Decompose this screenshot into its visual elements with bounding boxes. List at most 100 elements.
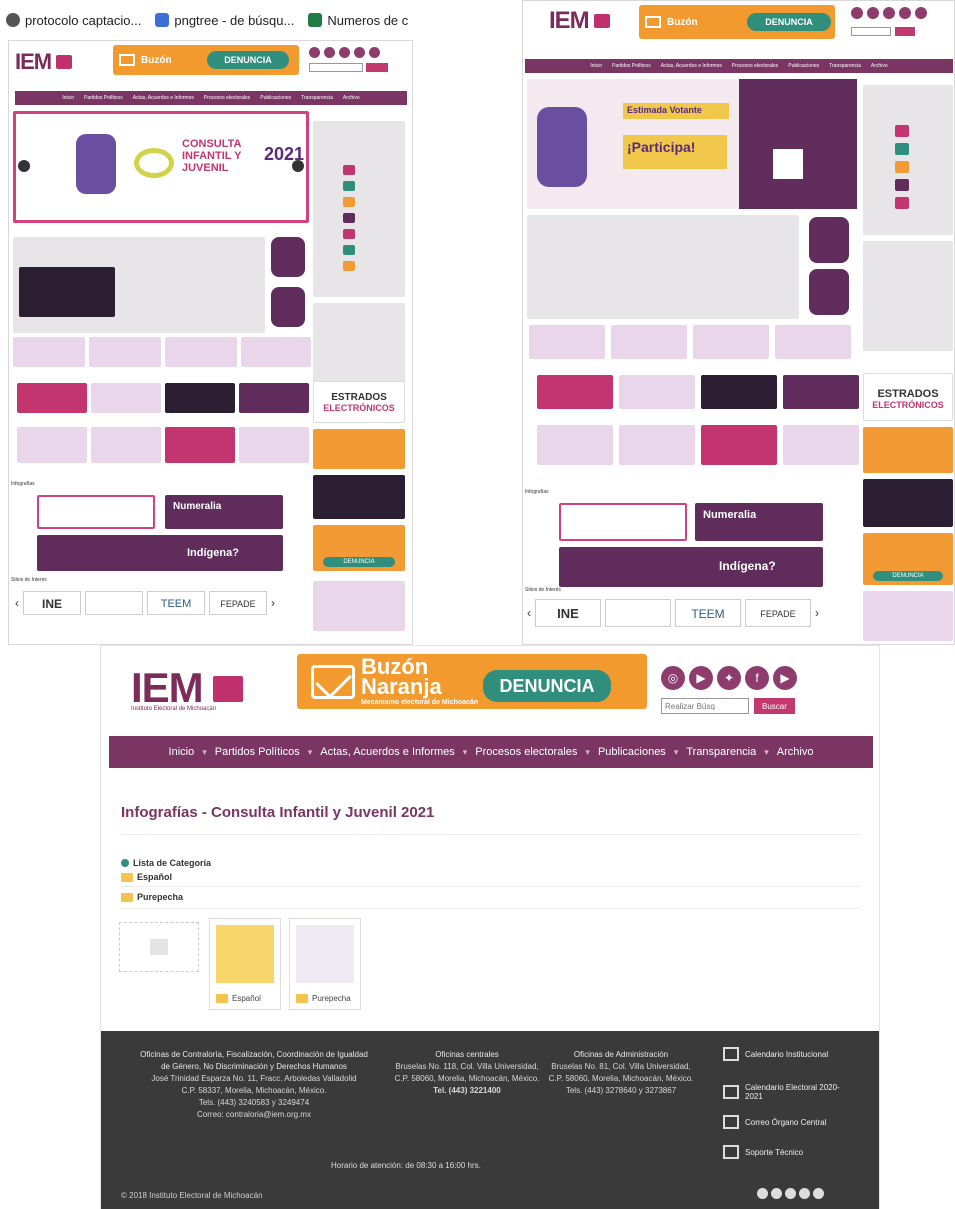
instagram-icon[interactable]: [851, 7, 863, 19]
fepade-logo[interactable]: FEPADE: [209, 591, 267, 615]
promo-tile[interactable]: [537, 375, 613, 409]
nav-item[interactable]: Actas, Acuerdos e Informes: [661, 63, 722, 69]
nav-item[interactable]: Transparencia: [301, 95, 333, 101]
twitter-icon[interactable]: [339, 47, 350, 58]
news-block[interactable]: [13, 237, 265, 333]
facebook-icon[interactable]: [354, 47, 365, 58]
nav-item-partidos[interactable]: Partidos Políticos: [215, 746, 300, 758]
youtube-icon[interactable]: [771, 1188, 782, 1199]
instagram-icon[interactable]: [757, 1188, 768, 1199]
facebook-icon[interactable]: [799, 1188, 810, 1199]
mini-search[interactable]: [309, 63, 363, 72]
promo-tile[interactable]: [239, 427, 309, 463]
promo-tile[interactable]: [165, 427, 235, 463]
iem-logo[interactable]: IEM: [549, 7, 611, 35]
promo-tile[interactable]: [91, 427, 161, 463]
infografia-banner[interactable]: [37, 495, 155, 529]
iem-logo[interactable]: IEM: [15, 49, 73, 75]
search-input[interactable]: [661, 698, 749, 714]
promo-tile[interactable]: [619, 425, 695, 465]
twitter-icon[interactable]: ✦: [717, 666, 741, 690]
ine-logo[interactable]: INE: [23, 591, 81, 615]
nav-item[interactable]: Transparencia: [829, 63, 861, 69]
footer-link[interactable]: Calendario Electoral 2020-2021: [723, 1083, 845, 1101]
infografia-banner[interactable]: [559, 503, 687, 541]
promo-tile[interactable]: [701, 425, 777, 465]
side-promo[interactable]: [313, 429, 405, 469]
consejo-general-button[interactable]: [271, 237, 305, 277]
indigena-banner[interactable]: Indígena?: [559, 547, 823, 587]
indigena-banner[interactable]: Indígena?: [37, 535, 283, 571]
nav-item[interactable]: Publicaciones: [260, 95, 291, 101]
category-espanol[interactable]: Español: [121, 872, 172, 882]
numeralia-banner[interactable]: Numeralia: [695, 503, 823, 541]
mini-search-button[interactable]: [895, 27, 915, 36]
quick-link[interactable]: [693, 325, 769, 359]
nav-item[interactable]: Inicio: [62, 95, 74, 101]
buzon-naranja-side[interactable]: DENUNCIA: [313, 525, 405, 571]
twitter-icon[interactable]: [883, 7, 895, 19]
quick-link[interactable]: [241, 337, 311, 367]
youtube-icon[interactable]: ▶: [689, 666, 713, 690]
quick-link[interactable]: [89, 337, 161, 367]
promo-tile[interactable]: [239, 383, 309, 413]
twitter-icon[interactable]: [785, 1188, 796, 1199]
side-video[interactable]: [313, 475, 405, 519]
promo-tile[interactable]: [701, 375, 777, 409]
pleno-legal-button[interactable]: [271, 287, 305, 327]
promo-tile[interactable]: [537, 425, 613, 465]
promo-tile[interactable]: [17, 383, 87, 413]
teem-logo[interactable]: TEEM: [675, 599, 741, 627]
nav-item[interactable]: Procesos electorales: [732, 63, 778, 69]
buzon-naranja-side[interactable]: DENUNCIA: [863, 533, 953, 585]
thumbnail-placeholder[interactable]: [119, 922, 199, 972]
side-promo[interactable]: [313, 581, 405, 631]
nav-item[interactable]: Procesos electorales: [204, 95, 250, 101]
estrados-electronicos[interactable]: ESTRADOS ELECTRÓNICOS: [313, 381, 405, 423]
denuncia-button[interactable]: DENUNCIA: [747, 13, 831, 31]
nav-item[interactable]: Actas, Acuerdos e Informes: [133, 95, 194, 101]
quick-link[interactable]: [13, 337, 85, 367]
consejo-general-button[interactable]: [809, 217, 849, 263]
carousel-prev-icon[interactable]: [18, 160, 30, 172]
carousel-next-icon[interactable]: ›: [271, 596, 275, 610]
redes-sociales-panel[interactable]: [863, 241, 953, 351]
youtube-icon[interactable]: [867, 7, 879, 19]
ballot-sidebar[interactable]: [313, 121, 405, 297]
promo-tile[interactable]: [783, 425, 859, 465]
youtube-icon[interactable]: [813, 1188, 824, 1199]
partner-logo[interactable]: [605, 599, 671, 627]
youtube-icon[interactable]: [369, 47, 380, 58]
quick-link[interactable]: [775, 325, 851, 359]
footer-link[interactable]: Calendario Institucional: [723, 1047, 828, 1061]
denuncia-button[interactable]: DENUNCIA: [483, 670, 611, 702]
footer-email[interactable]: Correo: contraloria@iem.org.mx: [197, 1110, 311, 1119]
footer-link[interactable]: Correo Órgano Central: [723, 1115, 826, 1129]
carousel-prev-icon[interactable]: ‹: [15, 596, 19, 610]
hero-banner[interactable]: CONSULTA INFANTIL Y JUVENIL 2021: [13, 111, 309, 223]
quick-link[interactable]: [611, 325, 687, 359]
denuncia-button[interactable]: DENUNCIA: [207, 51, 289, 69]
nav-item[interactable]: Partidos Políticos: [84, 95, 123, 101]
nav-item-archivo[interactable]: Archivo: [777, 746, 814, 758]
ballot-sidebar[interactable]: [863, 85, 953, 235]
ine-logo[interactable]: INE: [535, 599, 601, 627]
news-block[interactable]: [527, 215, 799, 319]
nav-item-actas[interactable]: Actas, Acuerdos e Informes: [320, 746, 455, 758]
category-purepecha[interactable]: Purepecha: [121, 892, 183, 902]
search-button[interactable]: Buscar: [754, 698, 795, 714]
mini-search-button[interactable]: [366, 63, 388, 72]
nav-item[interactable]: Inicio: [590, 63, 602, 69]
carousel-prev-icon[interactable]: ‹: [527, 606, 531, 620]
instagram-icon[interactable]: ◎: [661, 666, 685, 690]
nav-item-publicaciones[interactable]: Publicaciones: [598, 746, 666, 758]
carousel-next-icon[interactable]: ›: [815, 606, 819, 620]
nav-item-inicio[interactable]: Inicio: [169, 746, 195, 758]
bookmark-item[interactable]: pngtree - de búsqu...: [155, 13, 294, 28]
mini-search[interactable]: [851, 27, 891, 36]
promo-tile[interactable]: [619, 375, 695, 409]
nav-item[interactable]: Archivo: [871, 63, 888, 69]
pleno-legal-button[interactable]: [809, 269, 849, 315]
quick-link[interactable]: [529, 325, 605, 359]
bookmark-item[interactable]: protocolo captacio...: [6, 13, 141, 28]
